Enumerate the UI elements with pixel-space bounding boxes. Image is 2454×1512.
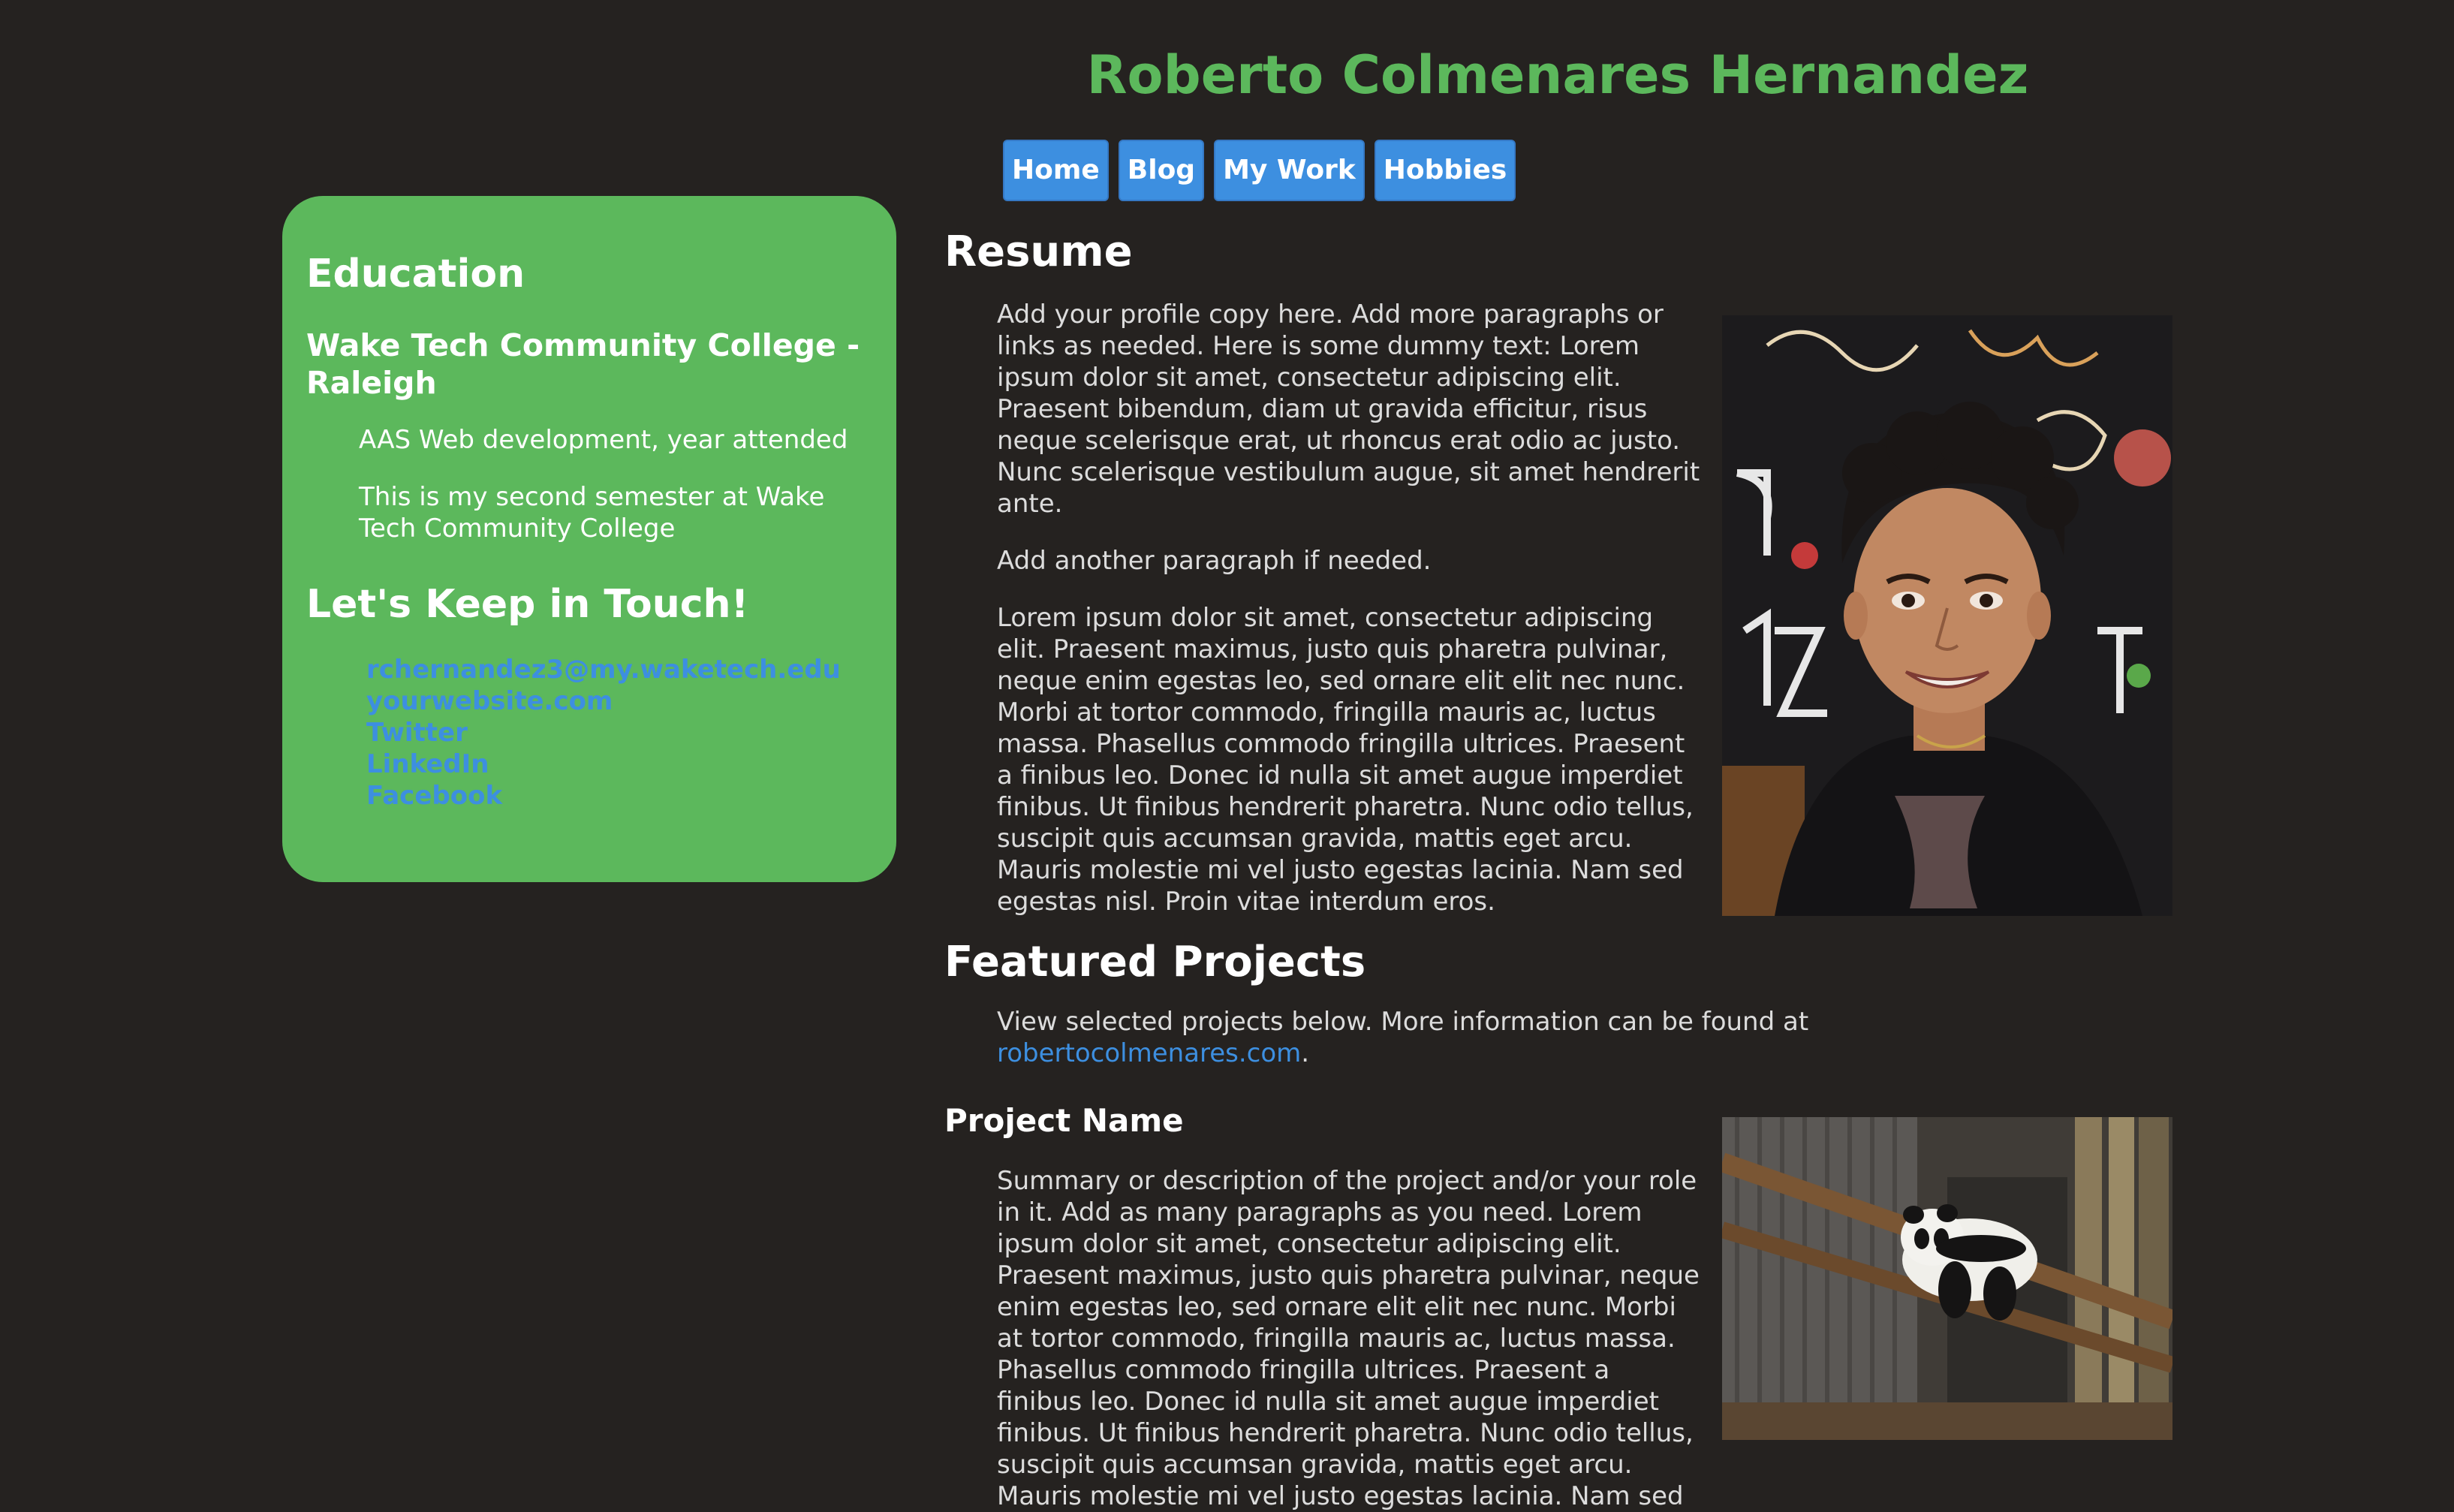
degree-text: AAS Web development, year attended xyxy=(359,425,848,455)
resume-heading: Resume xyxy=(944,227,1133,276)
facebook-link[interactable]: Facebook xyxy=(366,781,502,811)
nav-hobbies-button[interactable]: Hobbies xyxy=(1374,140,1516,201)
twitter-link[interactable]: Twitter xyxy=(366,718,468,748)
profile-photo xyxy=(1722,315,2172,916)
contact-item: Twitter xyxy=(366,717,872,748)
featured-projects-heading: Featured Projects xyxy=(944,938,1366,986)
education-heading: Education xyxy=(306,251,525,297)
contact-item: rchernandez3@my.waketech.edu xyxy=(366,654,872,685)
featured-intro-prefix: View selected projects below. More infor… xyxy=(997,1007,1809,1037)
featured-intro-suffix: . xyxy=(1301,1038,1310,1068)
resume-paragraph: Add another paragraph if needed. xyxy=(997,546,1432,576)
website-link[interactable]: yourwebsite.com xyxy=(366,686,613,716)
contact-item: LinkedIn xyxy=(366,748,872,780)
site-title: Roberto Colmenares Hernandez xyxy=(1086,44,2029,106)
school-name: Wake Tech Community College - Raleigh xyxy=(306,327,860,401)
project-photo-illustration xyxy=(1722,1117,2172,1440)
project-photo xyxy=(1722,1117,2172,1440)
main-nav: Home Blog My Work Hobbies xyxy=(1003,140,1516,201)
education-note: This is my second semester at Wake Tech … xyxy=(359,482,825,544)
nav-my-work-button[interactable]: My Work xyxy=(1214,140,1365,201)
sidebar: Education Wake Tech Community College - … xyxy=(282,196,896,882)
featured-intro: View selected projects below. More infor… xyxy=(997,1006,2175,1069)
contact-item: yourwebsite.com xyxy=(366,685,872,717)
nav-home-button[interactable]: Home xyxy=(1003,140,1109,201)
project-description: Summary or description of the project an… xyxy=(997,1166,1700,1511)
featured-intro-text: View selected projects below. More infor… xyxy=(997,1006,2123,1069)
contact-links: rchernandez3@my.waketech.edu yourwebsite… xyxy=(366,654,872,812)
contact-item: Facebook xyxy=(366,780,872,812)
profile-photo-illustration xyxy=(1722,315,2172,916)
resume-paragraph: Add your profile copy here. Add more par… xyxy=(997,300,1700,519)
nav-blog-button[interactable]: Blog xyxy=(1118,140,1205,201)
portfolio-link[interactable]: robertocolmenares.com xyxy=(997,1038,1301,1068)
resume-paragraph: Lorem ipsum dolor sit amet, consectetur … xyxy=(997,603,1694,917)
contact-heading: Let's Keep in Touch! xyxy=(306,582,749,627)
linkedin-link[interactable]: LinkedIn xyxy=(366,749,489,779)
email-link[interactable]: rchernandez3@my.waketech.edu xyxy=(366,655,841,685)
